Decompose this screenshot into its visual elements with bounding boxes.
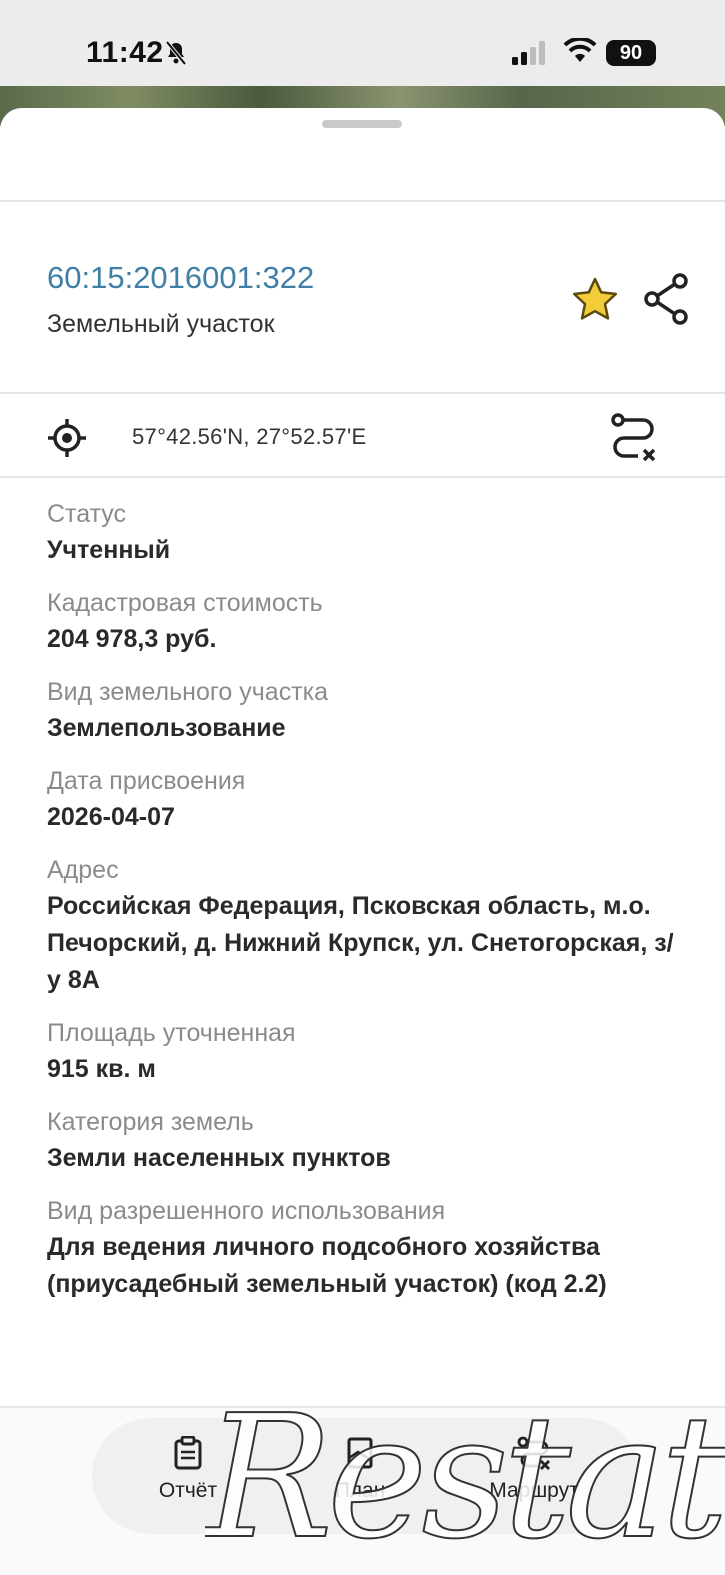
field-value: 915 кв. м — [47, 1055, 156, 1083]
field-value: Для ведения личного подсобного хозяйства… — [47, 1233, 607, 1298]
share-icon[interactable] — [642, 272, 690, 331]
favorite-star-icon[interactable] — [571, 276, 619, 327]
field-label: Статус — [47, 500, 127, 528]
wifi-icon — [563, 36, 597, 69]
silent-bell-icon — [164, 40, 188, 71]
field-label: Адрес — [47, 856, 119, 884]
field-permitted-use: Вид разрешенного использования Для веден… — [47, 1193, 687, 1303]
route-icon[interactable] — [610, 412, 658, 467]
field-value: Земли населенных пунктов — [47, 1144, 391, 1172]
field-value: 204 978,3 руб. — [47, 625, 217, 653]
divider — [0, 476, 725, 478]
field-status: Статус Учтенный — [47, 496, 687, 569]
battery-indicator: 90 — [606, 40, 656, 66]
field-label: Категория земель — [47, 1108, 254, 1136]
field-label: Дата присвоения — [47, 767, 246, 795]
divider — [0, 200, 725, 202]
coordinates-text[interactable]: 57°42.56'N, 27°52.57'E — [132, 424, 366, 450]
object-type: Земельный участок — [47, 310, 275, 338]
sheet-grabber[interactable] — [322, 120, 402, 128]
cadastral-number-link[interactable]: 60:15:2016001:322 — [47, 260, 314, 296]
clipboard-icon — [172, 1435, 204, 1474]
field-land-category: Категория земель Земли населенных пункто… — [47, 1104, 687, 1177]
field-value: 2026-04-07 — [47, 803, 175, 831]
field-label: Вид земельного участка — [47, 678, 329, 706]
field-land-type: Вид земельного участка Землепользование — [47, 674, 687, 747]
field-label: Площадь уточненная — [47, 1019, 296, 1047]
divider — [0, 392, 725, 394]
property-details: Статус Учтенный Кадастровая стоимость 20… — [47, 496, 687, 1319]
field-value: Учтенный — [47, 536, 171, 564]
field-value: Российская Федерация, Псковская область,… — [47, 892, 674, 994]
field-area: Площадь уточненная 915 кв. м — [47, 1015, 687, 1088]
cellular-signal-icon — [512, 41, 548, 70]
field-label: Кадастровая стоимость — [47, 589, 323, 617]
locate-target-icon[interactable] — [47, 418, 87, 463]
field-cadastral-value: Кадастровая стоимость 204 978,3 руб. — [47, 585, 687, 658]
field-value: Землепользование — [47, 714, 286, 742]
field-assignment-date: Дата присвоения 2026-04-07 — [47, 763, 687, 836]
field-label: Вид разрешенного использования — [47, 1197, 446, 1225]
watermark-logo: Restate — [205, 1382, 725, 1575]
field-address: Адрес Российская Федерация, Псковская об… — [47, 852, 687, 999]
status-time: 11:42 — [86, 36, 164, 69]
